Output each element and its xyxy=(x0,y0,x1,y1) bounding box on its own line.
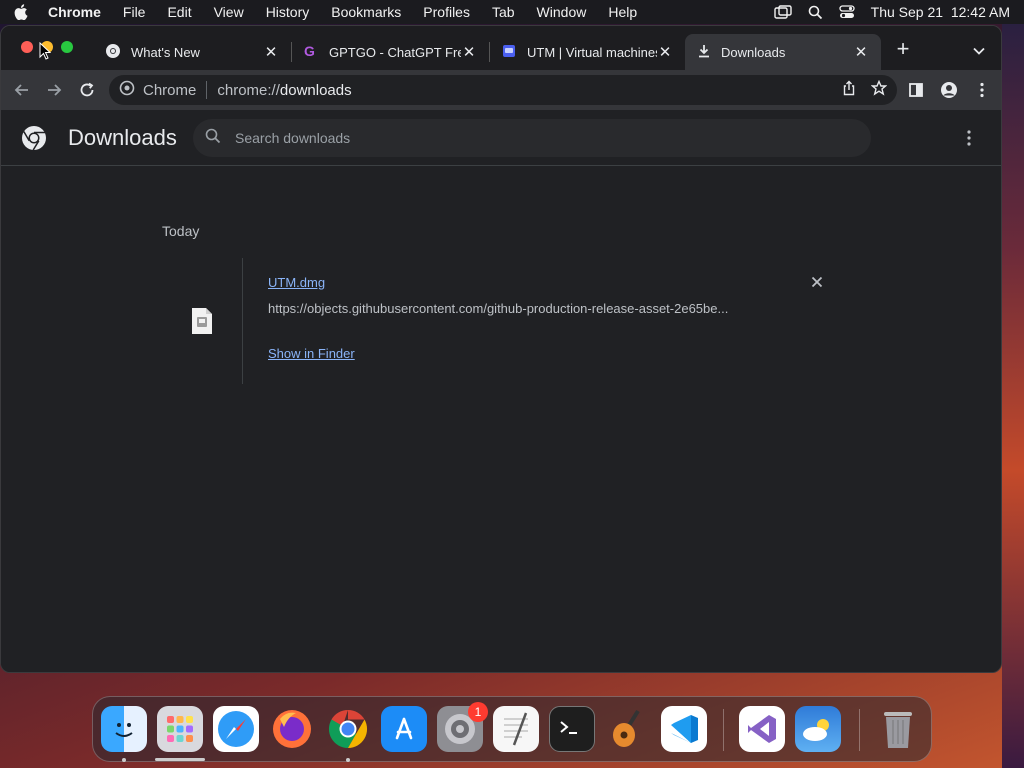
reload-icon[interactable] xyxy=(78,81,96,99)
tab-downloads[interactable]: Downloads ✕ xyxy=(685,34,881,70)
tab-strip: What's New ✕ G GPTGO - ChatGPT Free ✕ UT… xyxy=(1,26,1001,70)
menu-tab[interactable]: Tab xyxy=(492,4,515,20)
weather-app-icon[interactable] xyxy=(795,706,841,752)
zoom-window-button[interactable] xyxy=(61,41,73,53)
dock-separator xyxy=(859,709,860,751)
download-item: UTM.dmg https://objects.githubuserconten… xyxy=(242,258,832,384)
remove-download-icon[interactable] xyxy=(809,274,825,290)
downloads-header: Downloads xyxy=(1,110,1001,166)
page-title: Downloads xyxy=(68,125,177,150)
tab-close-icon[interactable]: ✕ xyxy=(461,44,477,61)
chrome-logo-icon xyxy=(21,125,47,151)
tab-search-chevron-icon[interactable] xyxy=(971,43,987,59)
tab-title: GPTGO - ChatGPT Free xyxy=(329,44,461,60)
url-path: downloads xyxy=(279,81,352,99)
menu-bar: Chrome File Edit View History Bookmarks … xyxy=(0,0,1024,24)
search-icon xyxy=(205,128,221,149)
visual-studio-app-icon[interactable] xyxy=(739,706,785,752)
dock xyxy=(92,696,932,762)
firefox-app-icon[interactable] xyxy=(269,706,315,752)
menu-window[interactable]: Window xyxy=(537,4,587,20)
svg-text:G: G xyxy=(304,43,315,59)
search-downloads-input[interactable] xyxy=(235,130,835,146)
control-center-icon[interactable] xyxy=(839,5,855,19)
spotlight-search-icon[interactable] xyxy=(808,5,823,20)
launchpad-app-icon[interactable] xyxy=(157,706,203,752)
url-scheme: chrome:// xyxy=(217,81,280,99)
safari-app-icon[interactable] xyxy=(213,706,259,752)
apple-menu-icon[interactable] xyxy=(14,4,28,20)
bookmark-star-icon[interactable] xyxy=(870,79,888,100)
tab-title: What's New xyxy=(131,44,200,60)
chrome-running-indicator xyxy=(346,758,350,762)
finder-app-icon[interactable] xyxy=(101,706,147,752)
menu-view[interactable]: View xyxy=(214,4,244,20)
menu-app-name[interactable]: Chrome xyxy=(48,4,101,20)
download-icon xyxy=(697,44,711,61)
side-panel-icon[interactable] xyxy=(907,81,925,99)
file-icon xyxy=(191,307,213,335)
toolbar: Chrome chrome:// downloads xyxy=(1,70,1001,110)
screen-mirroring-icon[interactable] xyxy=(773,5,792,19)
tab-whats-new[interactable]: What's New ✕ xyxy=(93,34,291,70)
tab-title: UTM | Virtual machines xyxy=(527,44,657,60)
chrome-site-icon xyxy=(119,80,135,100)
site-chip-label: Chrome xyxy=(143,81,197,99)
menu-file[interactable]: File xyxy=(123,4,146,20)
tab-gptgo[interactable]: G GPTGO - ChatGPT Free ✕ xyxy=(291,34,489,70)
downloads-page: Downloads Today UTM.dmg https://objects.… xyxy=(1,110,1001,672)
garageband-app-icon[interactable] xyxy=(605,706,651,752)
finder-running-indicator xyxy=(122,758,126,762)
menu-edit[interactable]: Edit xyxy=(167,4,191,20)
menu-bookmarks[interactable]: Bookmarks xyxy=(331,4,401,20)
utm-icon xyxy=(501,43,517,62)
dock-separator xyxy=(723,709,724,751)
close-window-button[interactable] xyxy=(21,41,33,53)
address-bar[interactable]: Chrome chrome:// downloads xyxy=(109,75,897,105)
tab-utm[interactable]: UTM | Virtual machines ✕ xyxy=(489,34,685,70)
textedit-app-icon[interactable] xyxy=(493,706,539,752)
dock-scroll-indicator xyxy=(155,758,205,761)
profile-avatar-icon[interactable] xyxy=(940,81,958,99)
gptgo-icon: G xyxy=(303,43,319,62)
search-downloads-box[interactable] xyxy=(193,119,871,157)
tab-title: Downloads xyxy=(721,44,786,60)
system-settings-badge: 1 xyxy=(468,702,488,722)
download-file-link[interactable]: UTM.dmg xyxy=(268,275,325,290)
share-icon[interactable] xyxy=(841,80,857,100)
trash-app-icon[interactable] xyxy=(875,706,921,752)
terminal-app-icon[interactable] xyxy=(549,706,595,752)
omnibox-divider xyxy=(206,81,208,99)
chrome-menu-icon[interactable] xyxy=(973,81,991,99)
tab-close-icon[interactable]: ✕ xyxy=(853,44,869,61)
forward-arrow-icon[interactable] xyxy=(45,81,63,99)
menu-help[interactable]: Help xyxy=(608,4,637,20)
new-tab-button[interactable]: + xyxy=(893,38,913,60)
tab-close-icon[interactable]: ✕ xyxy=(657,44,673,61)
more-actions-icon[interactable] xyxy=(959,128,979,148)
back-arrow-icon[interactable] xyxy=(13,81,31,99)
vscode-app-icon[interactable] xyxy=(661,706,707,752)
menu-profiles[interactable]: Profiles xyxy=(423,4,470,20)
tab-close-icon[interactable]: ✕ xyxy=(263,44,279,61)
chrome-window: What's New ✕ G GPTGO - ChatGPT Free ✕ UT… xyxy=(0,25,1002,673)
show-in-finder-link[interactable]: Show in Finder xyxy=(268,346,355,361)
mouse-cursor-icon xyxy=(39,41,52,60)
desktop-wallpaper xyxy=(1002,24,1024,768)
menu-history[interactable]: History xyxy=(266,4,310,20)
date-group-label: Today xyxy=(162,223,200,239)
app-store-app-icon[interactable] xyxy=(381,706,427,752)
menu-clock[interactable]: Thu Sep 21 12:42 AM xyxy=(871,4,1010,20)
download-source-url: https://objects.githubusercontent.com/gi… xyxy=(268,301,729,316)
chrome-icon xyxy=(105,43,121,62)
chrome-app-icon[interactable] xyxy=(325,706,371,752)
